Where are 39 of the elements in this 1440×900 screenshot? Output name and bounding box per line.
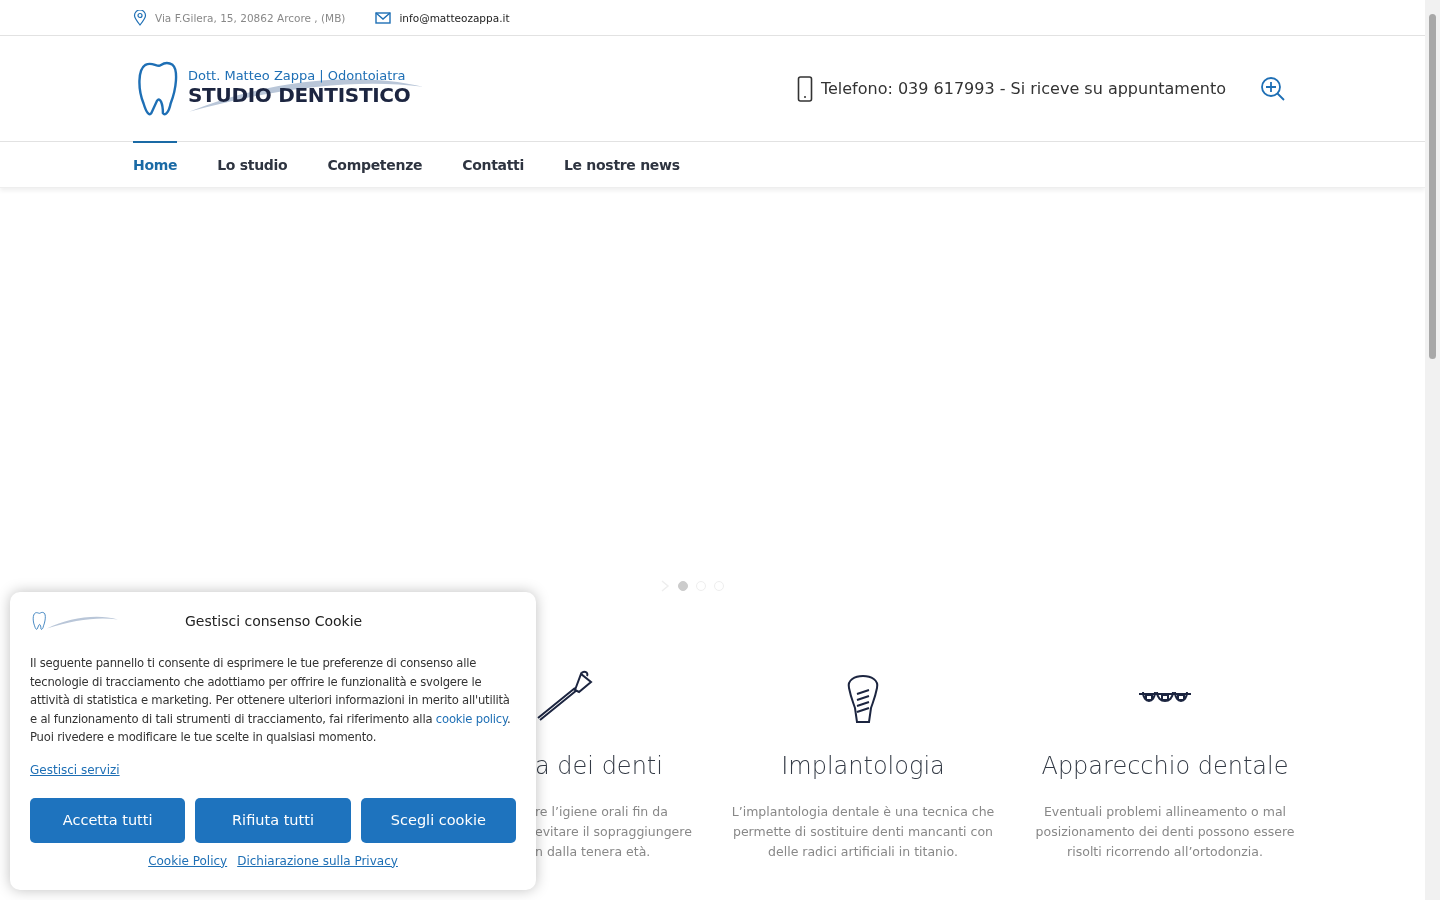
policy-link[interactable]: Cookie Policy xyxy=(148,853,228,868)
nav-tab[interactable]: Lo studio xyxy=(217,141,288,187)
nav-tab[interactable]: Home xyxy=(133,141,178,187)
nav-tab[interactable]: Competenze xyxy=(327,141,423,187)
manage-services-link[interactable]: Gestisci servizi xyxy=(30,762,120,777)
scrollbar[interactable] xyxy=(1425,0,1440,900)
dialog-title: Gestisci consenso Cookie xyxy=(185,613,363,629)
logo-subtitle: Dott. Matteo Zappa | Odontoiatra xyxy=(188,67,407,83)
service-description: risolti ricorrendo all’ortodonzia. xyxy=(1066,843,1264,861)
service-description: permette di sostituire denti mancanti con xyxy=(732,823,994,841)
consent-button[interactable]: Rifiuta tutti xyxy=(195,797,351,843)
service-title: a dei denti xyxy=(535,752,663,780)
slider-dot[interactable] xyxy=(678,581,688,591)
policy-link[interactable]: Dichiarazione sulla Privacy xyxy=(237,853,398,868)
toothbrush-icon xyxy=(535,668,595,724)
service-description: n dalla tenera età. xyxy=(535,843,652,861)
consent-button[interactable]: Accetta tutti xyxy=(30,797,186,843)
service-description: delle radici artificiali in titanio. xyxy=(767,843,959,861)
service-title: Implantologia xyxy=(781,752,945,780)
cookie-policy-link[interactable]: cookie policy xyxy=(435,711,507,726)
envelope-icon xyxy=(375,11,392,24)
email-link[interactable]: info@matteozappa.it xyxy=(399,11,510,24)
consent-button[interactable]: Scegli cookie xyxy=(360,797,516,843)
service-description: re l’igiene orali fin da xyxy=(535,803,669,821)
search-icon[interactable] xyxy=(1260,75,1286,102)
service-description: evitare il sopraggiungere xyxy=(535,823,692,841)
nav-tab[interactable]: Le nostre news xyxy=(563,141,680,187)
smartphone-icon xyxy=(796,75,813,102)
braces-icon xyxy=(1138,690,1192,703)
service-description: L’implantologia dentale è una tecnica che xyxy=(731,803,995,821)
phone-text: Telefono: 039 617993 - Si riceve su appuntamento xyxy=(820,79,1226,98)
service-description: posizionamento dei denti possono essere xyxy=(1035,823,1295,841)
service-description: Eventuali problemi allineamento o mal xyxy=(1042,803,1288,821)
logo-title: STUDIO DENTISTICO xyxy=(188,82,411,107)
consent-text: Il seguente pannello ti consente di esprimere le tue preferenze di consenso alle tecnologie di tracciamento che adottiamo per offrire le funzionalità e svolgere le attività di statistica e marketing. Per ottenere ulteriori informazioni in merito all'utilità e al funzionamento di tali strumenti di tracciamento, fai riferimento alla cookie policy. Puoi rivedere e modificare le tue scelte in qualsiasi momento. xyxy=(30,655,512,746)
service-title: Apparecchio dentale xyxy=(1041,752,1289,780)
nav-tab[interactable]: Contatti xyxy=(462,141,524,187)
address-text: Via F.Gilera, 15, 20862 Arcore , (MB) xyxy=(155,11,346,24)
location-pin-icon xyxy=(133,9,147,26)
